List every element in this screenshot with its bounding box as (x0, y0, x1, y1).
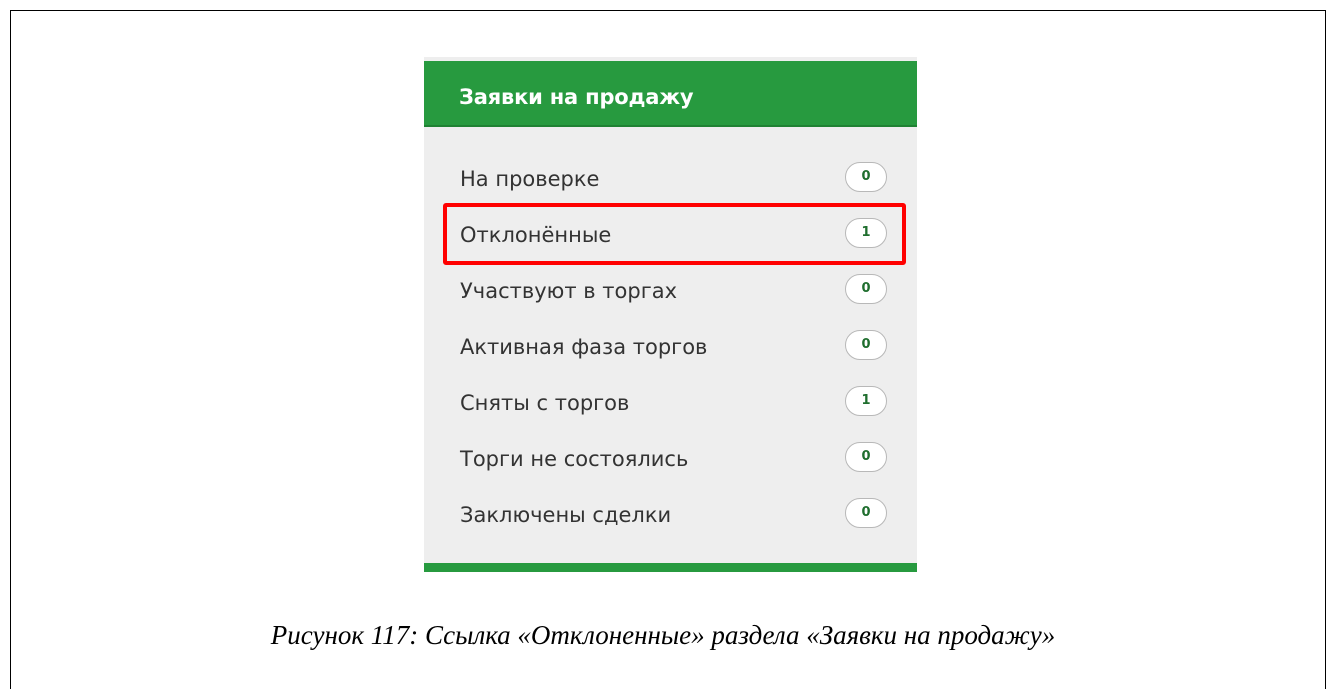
count-badge: 0 (845, 442, 887, 472)
menu-item-auction-failed[interactable]: Торги не состоялись 0 (436, 434, 906, 484)
menu-item-in-auction[interactable]: Участвуют в торгах 0 (436, 266, 906, 316)
panel-footer (424, 563, 917, 572)
count-badge: 0 (845, 274, 887, 304)
menu-item-on-review[interactable]: На проверке 0 (436, 154, 906, 204)
count-badge: 0 (845, 498, 887, 528)
count-badge: 0 (845, 162, 887, 192)
menu-item-label: Участвуют в торгах (460, 279, 678, 303)
menu-item-rejected[interactable]: Отклонённые 1 (436, 210, 906, 260)
menu-item-label: Активная фаза торгов (460, 335, 708, 359)
menu-item-active-phase[interactable]: Активная фаза торгов 0 (436, 322, 906, 372)
count-badge: 1 (845, 218, 887, 248)
panel-header: Заявки на продажу (424, 61, 917, 127)
count-badge: 0 (845, 330, 887, 360)
menu-item-label: Заключены сделки (460, 503, 672, 527)
panel-title: Заявки на продажу (459, 85, 694, 109)
menu-item-label: Отклонённые (460, 223, 612, 247)
count-badge: 1 (845, 386, 887, 416)
menu-item-label: Торги не состоялись (460, 447, 689, 471)
menu-item-deals-concluded[interactable]: Заключены сделки 0 (436, 490, 906, 540)
menu-item-label: На проверке (460, 167, 600, 191)
menu-item-withdrawn[interactable]: Сняты с торгов 1 (436, 378, 906, 428)
menu-item-label: Сняты с торгов (460, 391, 630, 415)
sales-requests-panel: Заявки на продажу На проверке 0 Отклонён… (424, 57, 917, 572)
figure-caption: Рисунок 117: Ссылка «Отклоненные» раздел… (270, 620, 1056, 650)
